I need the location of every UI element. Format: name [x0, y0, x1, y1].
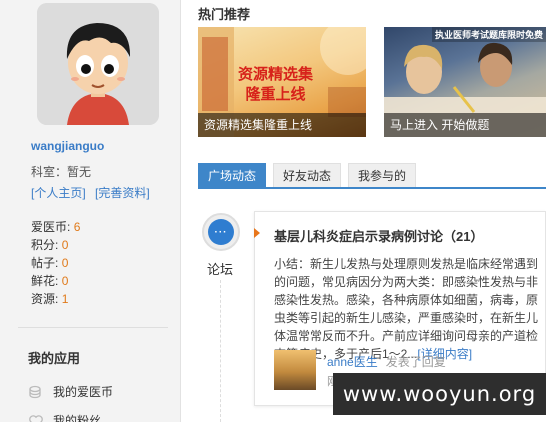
avatar[interactable] [37, 3, 159, 125]
profile-links: [个人主页] [完善资料] [31, 184, 156, 201]
sidebar-divider [18, 327, 168, 328]
complete-profile-link[interactable]: [完善资料] [95, 186, 150, 200]
watermark: www.wooyun.org [333, 373, 546, 415]
tab-square-activity[interactable]: 广场动态 [198, 163, 267, 188]
free-exam-banner: 执业医师考试题库限时免费 [431, 27, 546, 42]
activity-tabs: 广场动态 好友动态 我参与的 [198, 163, 423, 188]
stat-row-flowers: 鲜花: 0 [31, 274, 69, 288]
app-item-my-coins[interactable]: 我的爱医币 [28, 383, 113, 400]
post-pointer-icon [254, 228, 260, 238]
tab-my-participation[interactable]: 我参与的 [348, 163, 417, 188]
coins-icon [28, 384, 44, 400]
card-caption[interactable]: 资源精选集隆重上线 [198, 113, 366, 137]
author-avatar[interactable] [274, 350, 316, 390]
post-title[interactable]: 基层儿科炎症启示录病例讨论（21） [274, 226, 483, 245]
app-item-my-fans[interactable]: 我的粉丝 [28, 412, 101, 422]
cartoon-avatar-icon [37, 3, 159, 125]
app-item-label: 我的爱医币 [53, 385, 114, 399]
tab-friend-activity[interactable]: 好友动态 [273, 163, 342, 188]
stat-row-points: 积分: 0 [31, 238, 69, 252]
app-item-label: 我的粉丝 [53, 414, 102, 422]
personal-homepage-link[interactable]: [个人主页] [31, 186, 86, 200]
post-action: 发表了回复 [385, 355, 446, 369]
promo-text: 资源精选集 隆重上线 [238, 66, 314, 103]
forum-category-label: 论坛 [207, 262, 234, 277]
my-apps-title: 我的应用 [28, 351, 81, 366]
forum-category-badge: ··· [202, 213, 240, 251]
promo-card-resources[interactable]: 资源精选集 隆重上线 资源精选集隆重上线 [198, 27, 366, 137]
username-link[interactable]: wangjianguo [31, 139, 104, 153]
stat-row-resources: 资源: 1 [31, 292, 69, 306]
sidebar: wangjianguo 科室：暂无 [个人主页] [完善资料] 爱医币: 6 积… [0, 0, 181, 422]
heart-icon [28, 413, 44, 422]
card-caption[interactable]: 马上进入 开始做题 [384, 113, 546, 137]
hot-recommend-title: 热门推荐 [198, 7, 251, 22]
stat-row-posts: 帖子: 0 [31, 256, 69, 270]
user-stats: 爱医币: 6 积分: 0 帖子: 0 鲜花: 0 资源: 1 [31, 218, 80, 308]
post-author-line: anne医生 发表了回复 [327, 353, 446, 370]
post-excerpt: 小结：新生儿发热与处理原则发热是临床经常遇到的问题，常见病因分为两大类：即感染性… [274, 257, 539, 361]
promo-card-exam[interactable]: 执业医师考试题库限时免费 马上进入 开始做题 [384, 27, 546, 137]
tabs-underline [198, 187, 546, 189]
stat-row-coins: 爱医币: 6 [31, 220, 81, 234]
author-name-link[interactable]: anne医生 [327, 355, 378, 369]
chat-bubble-icon: ··· [208, 219, 234, 245]
department-text: 科室：暂无 [31, 165, 92, 179]
timeline-line [220, 280, 221, 422]
